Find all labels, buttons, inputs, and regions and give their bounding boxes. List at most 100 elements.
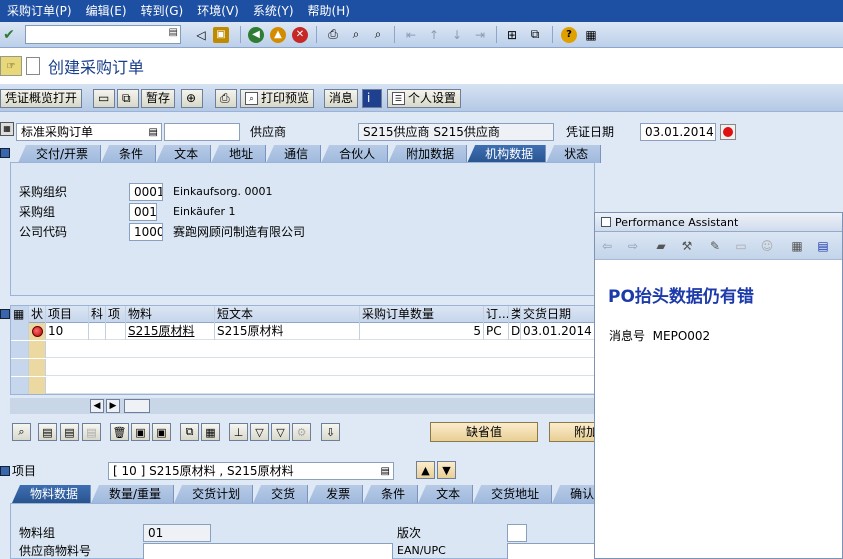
row-selector[interactable]: [11, 377, 29, 394]
tab-communication[interactable]: 通信: [266, 145, 322, 163]
pa-note-icon[interactable]: ▭: [731, 237, 751, 255]
tab-item-texts[interactable]: 文本: [418, 485, 474, 503]
delivery-date-cell[interactable]: 03.01.2014: [521, 323, 594, 340]
lock-icon[interactable]: ▣: [131, 423, 150, 441]
col-short-text[interactable]: 短文本: [215, 306, 360, 323]
default-values-button[interactable]: 缺省值: [430, 422, 538, 442]
print-settings-icon[interactable]: ⎙: [215, 89, 237, 108]
doc-number-field[interactable]: [164, 123, 240, 141]
cat-cell[interactable]: [106, 323, 126, 340]
find-next-icon[interactable]: ⌕: [369, 25, 387, 44]
doc-date-field[interactable]: 03.01.2014: [640, 123, 716, 141]
status-cell[interactable]: [29, 341, 46, 358]
check-icon[interactable]: ⊕: [181, 89, 203, 108]
tab-qty-weight[interactable]: 数量/重量: [91, 485, 175, 503]
hold-button[interactable]: 暂存: [141, 89, 176, 108]
pa-back-icon[interactable]: ⇦: [597, 237, 617, 255]
next-item-icon[interactable]: ▼: [437, 461, 456, 479]
tab-delivery-schedule[interactable]: 交货计划: [174, 485, 254, 503]
copy-icon[interactable]: ⧉: [180, 423, 199, 441]
matl-group-field[interactable]: 01: [143, 524, 211, 542]
enter-icon[interactable]: ✔: [0, 26, 18, 44]
tab-delivery-invoice[interactable]: 交付/开票: [18, 145, 102, 163]
table-row[interactable]: [11, 341, 594, 358]
menu-goto[interactable]: 转到(G): [134, 0, 191, 22]
tab-texts[interactable]: 文本: [156, 145, 212, 163]
info-icon[interactable]: i: [362, 89, 382, 108]
paste-icon[interactable]: ▦: [201, 423, 220, 441]
doc-type-field[interactable]: 标准采购订单 ▤: [16, 123, 162, 141]
ean-field[interactable]: [507, 543, 596, 559]
last-page-icon[interactable]: ⇥: [471, 25, 489, 44]
shortcut-icon[interactable]: ⧉: [526, 25, 544, 44]
purch-group-field[interactable]: 001: [129, 203, 157, 221]
col-delivery-date[interactable]: 交货日期: [521, 306, 594, 323]
tab-status[interactable]: 状态: [546, 145, 602, 163]
other-doc-icon[interactable]: ⧉: [117, 89, 139, 108]
print-preview-button[interactable]: ⌕ 打印预览: [240, 89, 315, 108]
table-row[interactable]: [11, 377, 594, 394]
menu-system[interactable]: 系统(Y): [246, 0, 301, 22]
items-collapse-icon[interactable]: [0, 309, 10, 319]
delete-icon[interactable]: 🗑: [110, 423, 129, 441]
purch-org-field[interactable]: 0001: [129, 183, 163, 201]
tab-delivery-address[interactable]: 交货地址: [473, 485, 553, 503]
revision-field[interactable]: [507, 524, 527, 542]
first-page-icon[interactable]: ⇤: [402, 25, 420, 44]
sort-up-icon[interactable]: ⊥: [229, 423, 248, 441]
row-selector[interactable]: [11, 341, 29, 358]
col-unit[interactable]: 订...: [484, 306, 509, 323]
col-quantity[interactable]: 采购订单数量: [360, 306, 484, 323]
export-icon[interactable]: ⇩: [321, 423, 340, 441]
menu-environment[interactable]: 环境(V): [190, 0, 246, 22]
table-hscroll[interactable]: ◀ ▶: [10, 398, 595, 414]
new-doc-icon[interactable]: ▭: [93, 89, 115, 108]
col-item[interactable]: 项目: [46, 306, 89, 323]
pa-user-icon[interactable]: ☺: [757, 237, 777, 255]
col-material[interactable]: 物料: [126, 306, 215, 323]
prev-page-icon[interactable]: ↑: [425, 25, 443, 44]
select-all-icon[interactable]: ▦: [11, 306, 29, 323]
table-row[interactable]: 10 S215原材料 S215原材料 5 PC D 03.01.2014: [11, 323, 594, 340]
menu-help[interactable]: 帮助(H): [301, 0, 357, 22]
filter-set-icon[interactable]: ▽: [271, 423, 290, 441]
col-acct[interactable]: 科: [89, 306, 106, 323]
layout-icon[interactable]: ▦: [582, 25, 600, 44]
tab-org-data[interactable]: 机构数据: [467, 145, 547, 163]
expand-left-icon[interactable]: ◁: [192, 25, 210, 44]
dropdown-icon[interactable]: ▤: [169, 27, 178, 38]
next-page-icon[interactable]: ↓: [448, 25, 466, 44]
pa-title-bar[interactable]: Performance Assistant: [595, 213, 842, 232]
messages-button[interactable]: 消息: [324, 89, 359, 108]
pa-edit-icon[interactable]: ✎: [705, 237, 725, 255]
tab-material-data[interactable]: 物料数据: [12, 485, 92, 503]
pa-table-icon[interactable]: ▦: [787, 237, 807, 255]
type-cell[interactable]: D: [509, 323, 521, 340]
item-collapse-icon[interactable]: [0, 466, 10, 476]
pa-forward-icon[interactable]: ⇨: [623, 237, 643, 255]
deselect-all-icon[interactable]: ▤: [60, 423, 79, 441]
header-collapse-icon[interactable]: [0, 148, 10, 158]
prev-item-icon[interactable]: ▲: [416, 461, 435, 479]
quantity-cell[interactable]: 5: [360, 323, 484, 340]
back-icon[interactable]: ◀: [247, 25, 265, 44]
tab-conditions[interactable]: 条件: [101, 145, 157, 163]
tab-partners[interactable]: 合伙人: [321, 145, 389, 163]
doc-overview-button[interactable]: 凭证概览打开: [0, 89, 83, 108]
select-block-icon[interactable]: ▤: [82, 423, 101, 441]
unlock-icon[interactable]: ▣: [152, 423, 171, 441]
exit-icon[interactable]: ▲: [269, 25, 287, 44]
status-icon[interactable]: [720, 124, 736, 140]
col-type[interactable]: 类: [509, 306, 521, 323]
tab-item-conditions[interactable]: 条件: [363, 485, 419, 503]
status-cell[interactable]: [29, 377, 46, 394]
row-selector[interactable]: [11, 323, 29, 340]
header-toggle-icon[interactable]: ▦: [0, 122, 14, 136]
item-select-field[interactable]: [ 10 ] S215原材料 , S215原材料 ▤: [108, 462, 394, 480]
row-selector[interactable]: [11, 359, 29, 376]
cancel-icon[interactable]: ✕: [291, 25, 309, 44]
col-cat[interactable]: 项: [106, 306, 126, 323]
vendor-material-field[interactable]: [143, 543, 393, 559]
scroll-thumb[interactable]: [124, 399, 150, 413]
scroll-left-icon[interactable]: ◀: [90, 399, 104, 413]
